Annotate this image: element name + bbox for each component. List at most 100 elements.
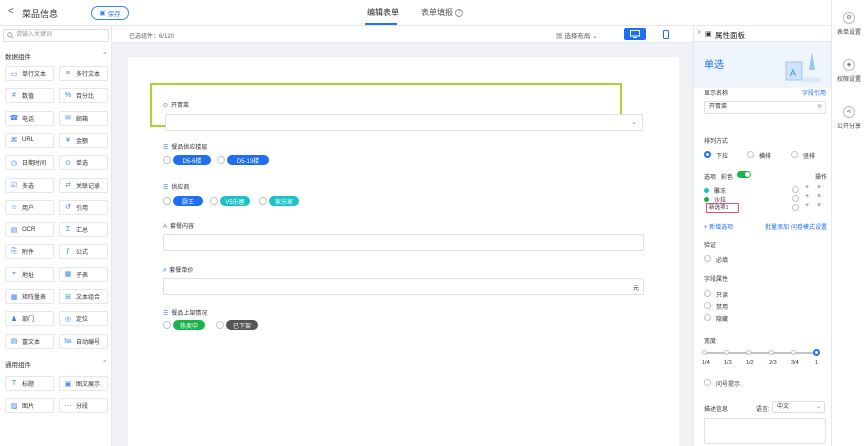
component-data-3[interactable]: % 百分比: [59, 88, 108, 104]
component-general-3[interactable]: ⋯ 分段: [59, 398, 108, 414]
component-data-17[interactable]: ƒ 公式: [59, 244, 108, 260]
tab-edit-form[interactable]: 编辑表单: [367, 7, 399, 18]
appetizer-dropdown[interactable]: ⌄: [165, 114, 643, 131]
display-name-input[interactable]: 开胃菜 ⊗: [704, 101, 826, 114]
component-data-1[interactable]: ≡ 多行文本: [59, 66, 108, 81]
search-input[interactable]: 请输入关键词: [3, 29, 109, 42]
radio-option[interactable]: [163, 321, 171, 329]
component-general-1[interactable]: ▣ 图文展示: [59, 376, 108, 391]
arrangement-vertical-radio[interactable]: [791, 151, 798, 158]
clear-icon[interactable]: ⊗: [817, 102, 822, 113]
component-data-22[interactable]: ♟ 部门: [5, 311, 54, 327]
component-data-20[interactable]: ▦ 矩阵量表: [5, 289, 54, 304]
component-data-2[interactable]: # 数值: [5, 88, 54, 104]
radio-option[interactable]: [217, 156, 225, 164]
language-select[interactable]: 中文 ⌄: [772, 401, 825, 413]
public-share-button[interactable]: ⋖ 公开分享: [832, 106, 865, 130]
arrangement-horizontal-radio[interactable]: [747, 151, 754, 158]
component-data-7[interactable]: ¥ 金额: [59, 132, 108, 148]
batch-add-link[interactable]: 批量添加: [765, 222, 789, 231]
help-icon[interactable]: ?: [455, 8, 463, 17]
component-data-13[interactable]: ↺ 引用: [59, 199, 108, 215]
option-value[interactable]: 雕冻: [714, 186, 726, 195]
component-data-6[interactable]: ⌘ URL: [5, 132, 54, 148]
rich-text-icon: ▤: [10, 338, 18, 346]
option-color-dot[interactable]: [704, 197, 709, 202]
component-data-18[interactable]: ⌖ 地址: [5, 266, 54, 282]
close-icon[interactable]: ×: [817, 193, 821, 200]
new-option-input[interactable]: 新选项1: [706, 203, 739, 213]
questionnaire-mode-link[interactable]: 问卷模式设置: [791, 222, 827, 231]
save-label: 保存: [107, 11, 121, 18]
form-settings-button[interactable]: ⚙ 表单设置: [832, 12, 865, 36]
component-data-12[interactable]: ☺ 用户: [5, 199, 54, 215]
radio-option[interactable]: [216, 321, 224, 329]
slider-stop[interactable]: [791, 350, 796, 355]
slider-stop[interactable]: [746, 350, 751, 355]
component-data-24[interactable]: ▤ 富文本: [5, 333, 54, 349]
required-checkbox[interactable]: [704, 255, 711, 262]
disabled-checkbox[interactable]: [704, 302, 711, 309]
component-general-2[interactable]: ▨ 图片: [5, 398, 54, 414]
add-icon[interactable]: +: [805, 202, 809, 209]
package-content-input[interactable]: [163, 234, 644, 251]
slider-handle[interactable]: [813, 349, 820, 356]
width-slider[interactable]: [704, 352, 816, 354]
default-radio[interactable]: [792, 186, 799, 193]
radio-option[interactable]: [163, 156, 171, 164]
tab-fill-form[interactable]: 表单填报?: [421, 7, 463, 18]
default-radio[interactable]: [792, 204, 799, 211]
arrangement-dropdown-radio[interactable]: [704, 151, 711, 158]
permission-settings-button[interactable]: ◈ 权限设置: [832, 59, 865, 83]
collapse-arrow-icon[interactable]: ›: [698, 29, 700, 36]
component-data-19[interactable]: ▦ 子表: [59, 266, 108, 282]
slider-stop[interactable]: [769, 350, 774, 355]
default-radio[interactable]: [792, 195, 799, 202]
add-icon[interactable]: +: [805, 193, 809, 200]
field-reference-link[interactable]: 字段引用: [802, 88, 826, 97]
close-icon[interactable]: ×: [817, 184, 821, 191]
radio-option[interactable]: [210, 197, 218, 205]
component-data-16[interactable]: ⎘ 附件: [5, 244, 54, 260]
section-data-components[interactable]: 数据组件 ⌃: [5, 51, 107, 61]
component-label: 地址: [22, 272, 35, 279]
save-button[interactable]: ▣ 保存: [91, 6, 129, 20]
mobile-view-button[interactable]: [658, 28, 674, 40]
component-data-9[interactable]: ⊙ 单选: [59, 155, 108, 171]
chevron-down-icon: ⌄: [631, 119, 637, 126]
form-canvas: 已选组件：6/120 ▦ 选择布局 ⌄ ⊙ 开胃菜 ⌄ ☰ 餐品供应楼层 D5-6楼…: [112, 26, 693, 446]
component-data-15[interactable]: Σ 汇总: [59, 222, 108, 238]
component-data-0[interactable]: ▭ 单行文本: [5, 66, 54, 81]
permission-settings-label: 权限设置: [836, 77, 861, 83]
component-data-11[interactable]: ⇄ 关联记录: [59, 177, 108, 193]
description-textarea[interactable]: [704, 418, 826, 444]
desktop-view-button[interactable]: [624, 28, 646, 40]
colors-toggle[interactable]: [737, 171, 751, 178]
hint-checkbox[interactable]: [704, 379, 711, 386]
component-data-10[interactable]: ☑ 多选: [5, 177, 54, 193]
package-price-input[interactable]: 元: [163, 278, 644, 295]
option-color-dot[interactable]: [704, 188, 709, 193]
component-data-8[interactable]: ◷ 日期时间: [5, 155, 54, 171]
radio-option[interactable]: [259, 197, 267, 205]
section-general-components[interactable]: 通用组件 ⌃: [5, 359, 107, 369]
add-icon[interactable]: +: [805, 184, 809, 191]
add-option-link[interactable]: + 新增选项: [704, 222, 733, 231]
layout-select[interactable]: ▦ 选择布局 ⌄: [556, 30, 598, 40]
section-icon: ⋯: [64, 402, 72, 410]
component-data-21[interactable]: ⊞ 文本组合: [59, 289, 108, 304]
slider-stop[interactable]: [702, 350, 707, 355]
component-data-4[interactable]: ☎ 电话: [5, 110, 54, 126]
required-label: 必填: [716, 258, 729, 264]
component-data-14[interactable]: ▤ OCR: [5, 222, 54, 238]
component-data-25[interactable]: № 自动编号: [59, 333, 108, 349]
close-icon[interactable]: ×: [817, 202, 821, 209]
component-general-0[interactable]: T 标题: [5, 376, 54, 391]
radio-option[interactable]: [163, 197, 171, 205]
back-arrow-icon[interactable]: <: [8, 6, 14, 17]
hidden-checkbox[interactable]: [704, 314, 711, 321]
component-data-5[interactable]: ✉ 邮箱: [59, 110, 108, 126]
slider-stop[interactable]: [724, 350, 729, 355]
component-data-23[interactable]: ◎ 定位: [59, 311, 108, 327]
readonly-checkbox[interactable]: [704, 290, 711, 297]
